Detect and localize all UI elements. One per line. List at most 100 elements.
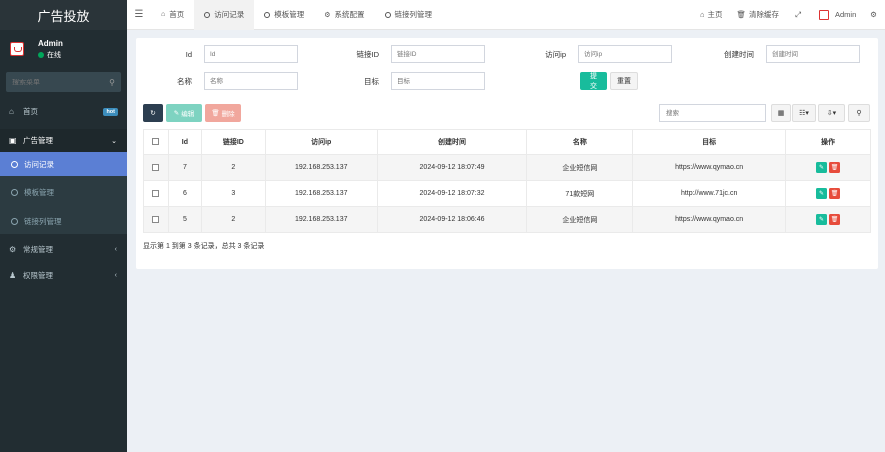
columns-button[interactable]: ☷▾ <box>792 104 816 122</box>
top-navbar: ☰ ⌂ 首页 访问记录 模板管理 ⚙ 系统配置 链接列管理 ⌂ 主页 🗑 清除缓存 ⤢ … <box>127 0 885 30</box>
row-delete-button[interactable]: 🗑 <box>829 188 841 199</box>
search-icon[interactable]: ⚲ <box>109 78 115 87</box>
reset-button[interactable]: 重置 <box>610 72 638 90</box>
row-checkbox[interactable] <box>152 189 160 197</box>
pagination-summary: 显示第 1 到第 3 条记录，总共 3 条记录 <box>143 243 265 250</box>
id-input[interactable] <box>204 45 298 63</box>
cell-actions: ✎ 🗑 <box>785 206 871 233</box>
cell-actions: ✎ 🗑 <box>785 154 871 181</box>
ads-icon: ▣ <box>9 136 17 145</box>
created-time-input[interactable] <box>766 45 860 63</box>
settings-icon[interactable]: ⚙ <box>870 10 877 19</box>
advanced-search-button[interactable]: ⚲ <box>848 104 870 122</box>
header-actions: 操作 <box>785 129 871 155</box>
cell-time: 2024-09-12 18:06:46 <box>376 206 528 233</box>
cell-link-id: 3 <box>200 180 266 207</box>
trash-icon: 🗑 <box>736 10 746 19</box>
menu-toggle-icon[interactable]: ☰ <box>127 9 151 20</box>
submit-button[interactable]: 提交 <box>580 72 607 90</box>
table-row: 5 2 192.168.253.137 2024-09-12 18:06:46 … <box>143 206 871 233</box>
filter-link-id: 链接ID <box>339 45 485 63</box>
columns-icon: ☷▾ <box>799 110 809 117</box>
filter-id: Id <box>152 45 298 63</box>
link-id-input[interactable] <box>391 45 485 63</box>
admin-menu[interactable]: Admin <box>819 9 856 20</box>
refresh-icon: ↻ <box>150 110 156 117</box>
header-ip[interactable]: 访问ip <box>264 129 378 155</box>
search-icon: ⚲ <box>856 110 862 117</box>
sidebar-item-permission[interactable]: ♟ 权限管理 ‹ <box>0 264 127 287</box>
cell-link-id: 2 <box>200 206 266 233</box>
brand-title[interactable]: 广告投放 <box>0 0 127 30</box>
row-delete-button[interactable]: 🗑 <box>829 214 841 225</box>
sidebar-item-home[interactable]: ⌂ 首页 hot <box>0 100 127 123</box>
header-id[interactable]: Id <box>167 129 202 155</box>
cell-target: https://www.qymao.cn <box>632 206 787 233</box>
sidebar-item-ads[interactable]: ▣ 广告管理 ⌄ <box>0 129 127 152</box>
cell-time: 2024-09-12 18:07:32 <box>376 180 528 207</box>
table-search-input[interactable] <box>659 104 766 122</box>
home-icon: ⌂ <box>9 107 14 116</box>
tab-system-config[interactable]: ⚙ 系统配置 <box>314 0 374 30</box>
main-panel: Id 链接ID 访问ip 创建时间 名称 目标 提交 重置 ↻ ✎编辑 🗑删除 … <box>136 38 878 269</box>
pencil-icon: ✎ <box>173 110 180 117</box>
filter-ip: 访问ip <box>526 45 672 63</box>
select-all-checkbox[interactable] <box>152 138 160 146</box>
cell-link-id: 2 <box>200 154 266 181</box>
sidebar-item-visit-log[interactable]: 访问记录 <box>0 152 127 176</box>
filter-created-time: 创建时间 <box>714 45 860 63</box>
row-delete-button[interactable]: 🗑 <box>829 162 841 173</box>
circle-icon <box>11 160 18 168</box>
circle-icon <box>264 11 271 18</box>
table-row: 7 2 192.168.253.137 2024-09-12 18:07:49 … <box>143 154 871 181</box>
export-button[interactable]: ⇩▾ <box>818 104 845 122</box>
sidebar-item-template[interactable]: 模板管理 <box>0 176 127 208</box>
users-icon: ♟ <box>9 271 17 280</box>
row-edit-button[interactable]: ✎ <box>816 188 828 199</box>
header-created-time[interactable]: 创建时间 <box>376 129 528 155</box>
tab-link-columns[interactable]: 链接列管理 <box>375 0 443 30</box>
online-dot-icon <box>38 51 44 58</box>
sidebar-search: ⚲ <box>6 72 121 92</box>
header-name[interactable]: 名称 <box>526 129 634 155</box>
cell-ip: 192.168.253.137 <box>264 206 378 233</box>
cell-target: https://www.qymao.cn <box>632 154 787 181</box>
sidebar-search-input[interactable] <box>12 78 102 86</box>
row-edit-button[interactable]: ✎ <box>816 214 828 225</box>
trash-icon: 🗑 <box>211 110 220 117</box>
home-icon: ⌂ <box>161 11 166 18</box>
chevron-left-icon: ‹ <box>114 245 117 253</box>
ip-input[interactable] <box>578 45 672 63</box>
sidebar-item-link-columns[interactable]: 链接列管理 <box>0 208 127 234</box>
row-checkbox[interactable] <box>152 163 160 171</box>
user-status: 在线 <box>38 50 63 60</box>
delete-button[interactable]: 🗑 删除 <box>205 104 241 122</box>
filter-name: 名称 <box>152 72 298 90</box>
clear-cache-button[interactable]: 🗑 清除缓存 <box>736 9 779 20</box>
name-input[interactable] <box>204 72 298 90</box>
cell-ip: 192.168.253.137 <box>264 180 378 207</box>
refresh-button[interactable]: ↻ <box>143 104 163 122</box>
row-edit-button[interactable]: ✎ <box>816 162 828 173</box>
header-target[interactable]: 目标 <box>632 129 787 155</box>
home-icon: ⌂ <box>699 10 705 19</box>
sidebar-menu: ⌂ 首页 hot ▣ 广告管理 ⌄ 访问记录 模板管理 链接列管理 ⚙ 常规管理… <box>0 100 127 287</box>
hot-badge: hot <box>103 107 118 116</box>
tab-visit-log[interactable]: 访问记录 <box>194 0 255 30</box>
avatar <box>10 42 24 56</box>
row-checkbox[interactable] <box>152 215 160 223</box>
header-link-id[interactable]: 链接ID <box>200 129 266 155</box>
cell-name: 企业短信网 <box>526 154 634 181</box>
tab-template[interactable]: 模板管理 <box>254 0 314 30</box>
table-header-row: Id 链接ID 访问ip 创建时间 名称 目标 操作 <box>143 129 871 155</box>
fullscreen-icon[interactable]: ⤢ <box>795 10 801 20</box>
tab-home[interactable]: ⌂ 首页 <box>151 0 194 30</box>
filter-target: 目标 <box>339 72 485 90</box>
target-input[interactable] <box>391 72 485 90</box>
toggle-view-button[interactable]: ▦ <box>771 104 791 122</box>
edit-button[interactable]: ✎ 编辑 <box>166 104 202 122</box>
chevron-down-icon: ⌄ <box>111 137 117 145</box>
cell-id: 6 <box>167 180 202 207</box>
sidebar-item-system[interactable]: ⚙ 常规管理 ‹ <box>0 234 127 264</box>
home-link[interactable]: ⌂ 主页 <box>700 9 723 20</box>
